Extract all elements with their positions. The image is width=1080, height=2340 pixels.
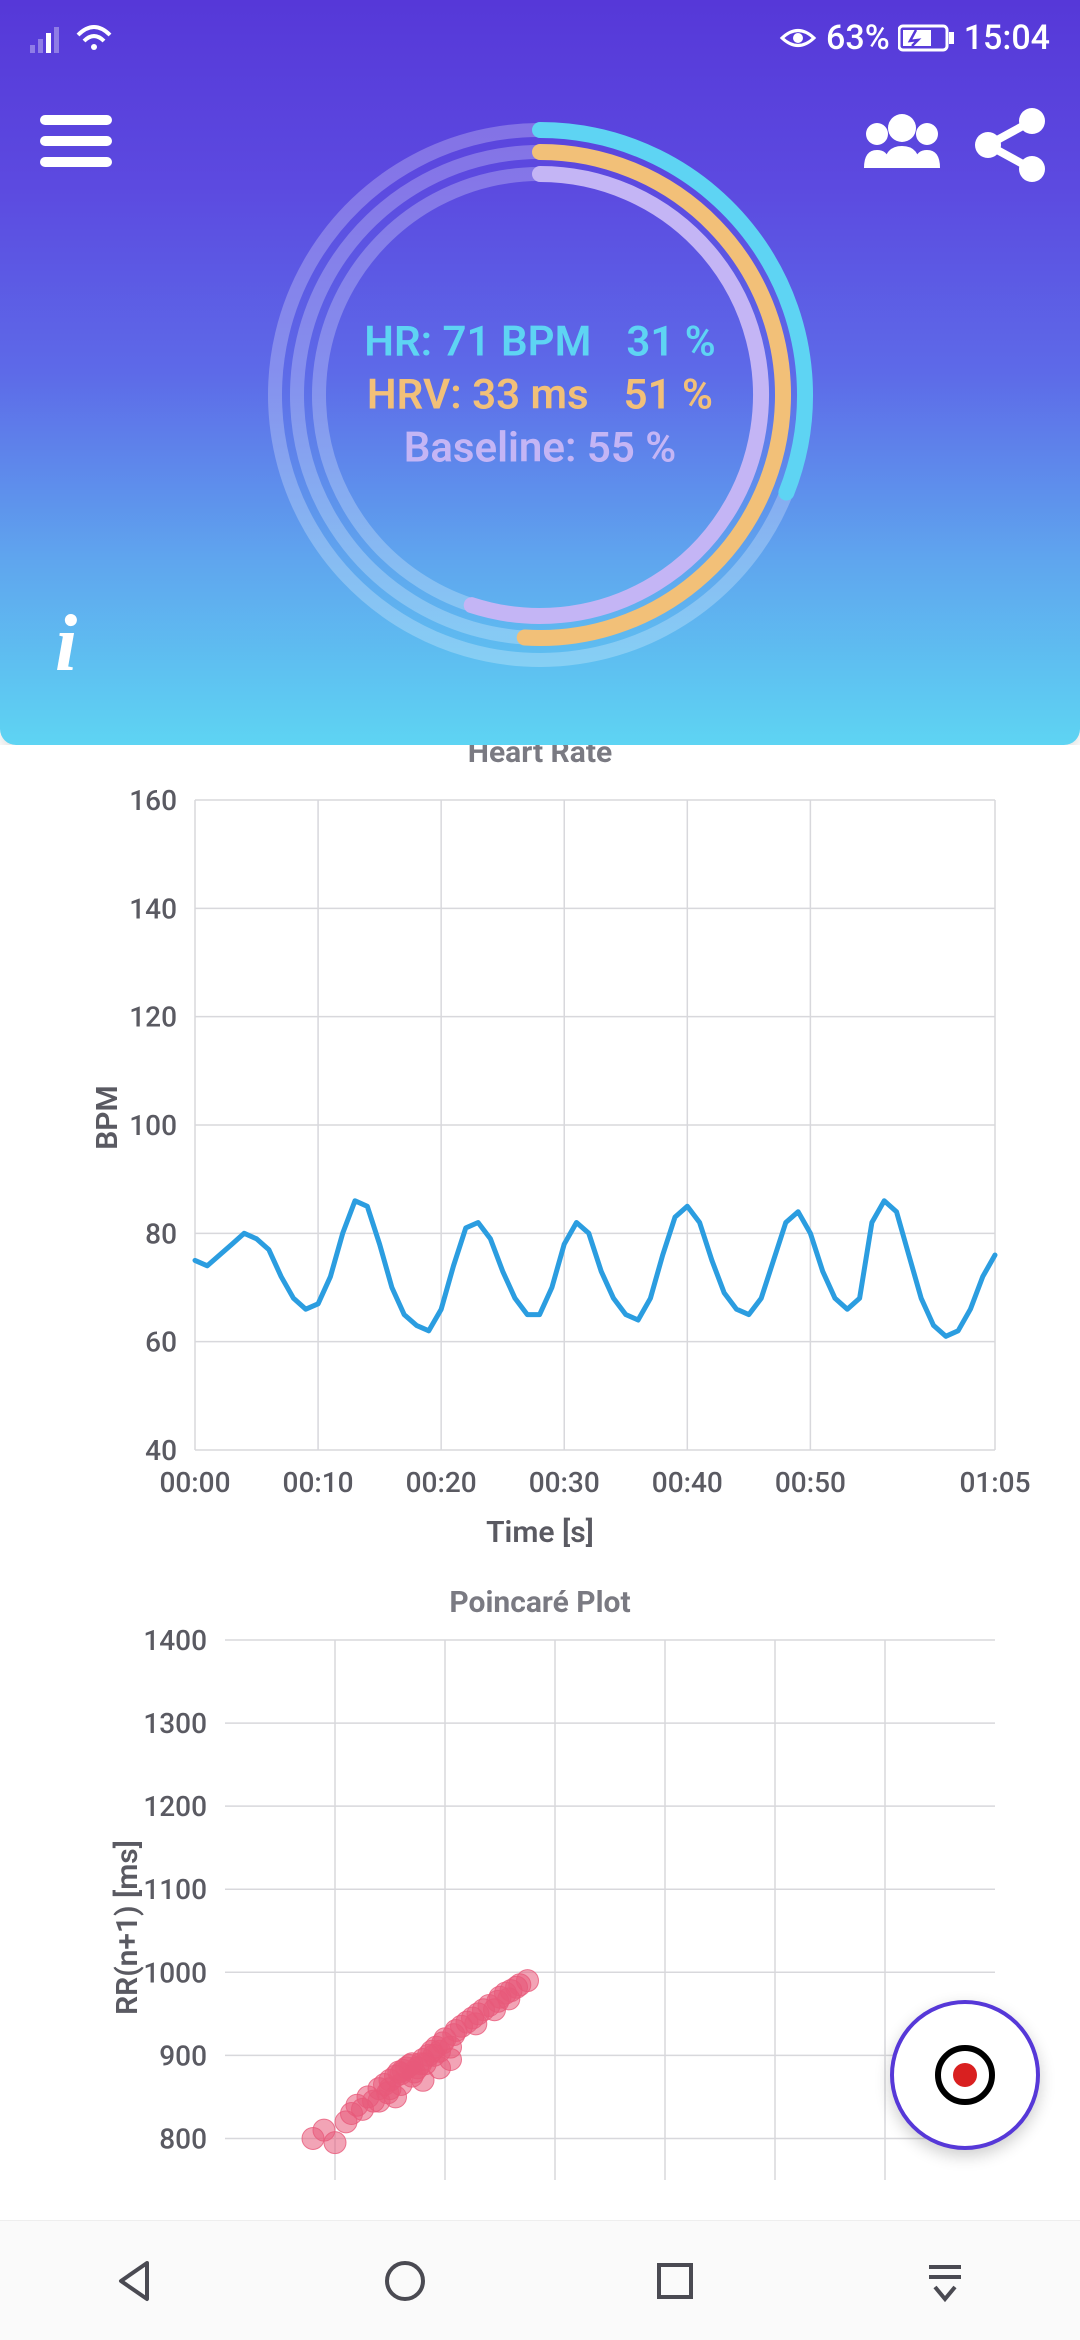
record-button[interactable] [890,2000,1040,2150]
summary-gauge: HR: 71 BPM 31 % HRV: 33 ms 51 % Baseline… [260,115,820,675]
eye-icon [778,23,818,53]
svg-text:1300: 1300 [143,1707,207,1740]
svg-text:00:00: 00:00 [159,1466,230,1499]
svg-text:140: 140 [129,892,177,925]
signal-icon [30,23,66,53]
hr-chart-section: Heart Rate BPM 40 60 80 100 120 140 160 00:00 00… [0,745,1080,1550]
header-panel: 63% 15:04 i HR: 71 BPM 31 % HRV: 33 ms [0,0,1080,745]
svg-text:1100: 1100 [143,1873,207,1906]
svg-text:120: 120 [129,1001,177,1034]
poincare-ylabel: RR(n+1) [ms] [110,1840,145,2015]
content-area[interactable]: Heart Rate BPM 40 60 80 100 120 140 160 00:00 00… [0,745,1080,2220]
wifi-icon [76,23,112,53]
baseline-label: Baseline: 55 % [404,424,677,473]
community-icon[interactable] [859,110,945,180]
svg-text:800: 800 [159,2122,207,2155]
svg-text:1200: 1200 [143,1790,207,1823]
clock: 15:04 [964,18,1050,58]
svg-text:00:40: 00:40 [652,1466,723,1499]
hr-pct: 31 % [626,318,715,367]
battery-pct: 63% [826,18,890,58]
svg-text:80: 80 [145,1217,177,1250]
svg-text:40: 40 [145,1434,177,1467]
svg-text:01:05: 01:05 [959,1466,1030,1499]
svg-text:1400: 1400 [143,1624,207,1657]
poincare-chart-title: Poincaré Plot [0,1585,1080,1620]
svg-text:00:50: 00:50 [775,1466,846,1499]
nav-dropdown[interactable] [916,2252,974,2310]
svg-text:60: 60 [145,1326,177,1359]
hr-chart: 40 60 80 100 120 140 160 00:00 00:10 00:20 00:30 00… [0,770,1080,1540]
battery-icon [898,23,956,53]
hr-label: HR: 71 BPM [364,318,591,367]
svg-text:100: 100 [129,1109,177,1142]
svg-text:1000: 1000 [143,1956,207,1989]
nav-back[interactable] [106,2252,164,2310]
svg-text:00:20: 00:20 [406,1466,477,1499]
hr-chart-title: Heart Rate [0,745,1080,770]
nav-home[interactable] [376,2252,434,2310]
svg-text:00:30: 00:30 [529,1466,600,1499]
svg-text:00:10: 00:10 [283,1466,354,1499]
android-navbar [0,2220,1080,2340]
nav-recent[interactable] [646,2252,704,2310]
menu-button[interactable] [40,115,112,167]
svg-text:900: 900 [159,2039,207,2072]
hrv-pct: 51 % [624,371,713,420]
hr-ylabel: BPM [90,1085,125,1150]
info-icon[interactable]: i [55,599,77,690]
share-icon[interactable] [970,105,1050,185]
svg-text:160: 160 [129,784,177,817]
status-bar: 63% 15:04 [0,0,1080,75]
hrv-label: HRV: 33 ms [367,371,589,420]
